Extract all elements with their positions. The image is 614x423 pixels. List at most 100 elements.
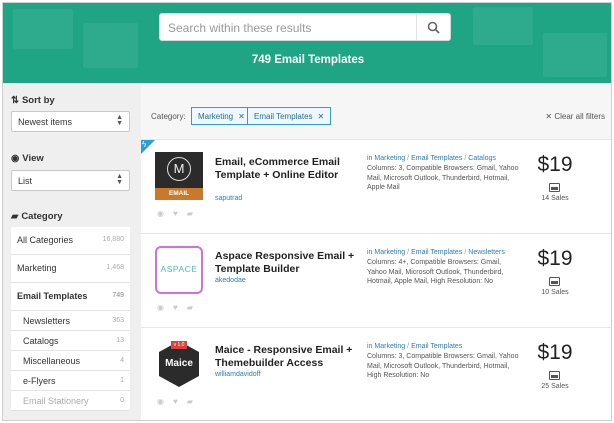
category-miscellaneous[interactable]: Miscellaneous 4 bbox=[11, 351, 130, 371]
item-sales: 25 Sales bbox=[541, 383, 569, 390]
category-label: Catalogs bbox=[23, 336, 59, 346]
view-select-value: List bbox=[18, 176, 33, 186]
view-heading-label: View bbox=[22, 153, 44, 164]
results-header: Search within these results 749 Email Te… bbox=[3, 3, 611, 83]
filter-chip-marketing[interactable]: Marketing ✕ bbox=[191, 107, 252, 125]
lightning-icon: ϟ bbox=[142, 140, 147, 149]
crumb-link[interactable]: Catalogs bbox=[468, 155, 496, 162]
crumb-link[interactable]: Marketing bbox=[374, 249, 405, 256]
folder-icon[interactable]: ▰ bbox=[187, 209, 193, 218]
category-heading-label: Category bbox=[21, 211, 63, 222]
category-count: 749 bbox=[112, 292, 124, 299]
heart-icon[interactable]: ♥ bbox=[173, 397, 178, 406]
view-select[interactable]: List ▲ ▼ bbox=[11, 170, 130, 191]
list-item[interactable]: ϟ M EMAIL ◉ ♥ ▰ Email, eCommerce Email Tem… bbox=[141, 139, 611, 227]
app-frame: Search within these results 749 Email Te… bbox=[2, 2, 612, 421]
eye-icon[interactable]: ◉ bbox=[157, 209, 164, 218]
item-attributes: Columns: 4+, Compatible Browsers: Gmail,… bbox=[367, 259, 504, 285]
heart-icon[interactable]: ♥ bbox=[173, 303, 178, 312]
sidebar: ⇅ Sort by Newest items ▲ ▼ ◉ View List ▲ ▼ ▰… bbox=[3, 83, 141, 420]
category-label: e-Flyers bbox=[23, 376, 56, 386]
logo-letter: M bbox=[167, 157, 191, 181]
sales-chart-icon bbox=[549, 277, 560, 286]
category-label: Marketing bbox=[17, 263, 57, 273]
category-email-stationery[interactable]: Email Stationery 0 bbox=[11, 391, 130, 411]
filter-label: Category: bbox=[151, 112, 186, 121]
sort-heading-label: Sort by bbox=[21, 95, 55, 106]
folder-icon[interactable]: ▰ bbox=[187, 397, 193, 406]
thumb-logo: ASPACE bbox=[160, 264, 198, 274]
category-newsletters[interactable]: Newsletters 363 bbox=[11, 311, 130, 331]
select-caret-icon: ▲ ▼ bbox=[116, 114, 123, 127]
sort-select-value: Newest items bbox=[18, 117, 73, 127]
category-label: All Categories bbox=[17, 235, 74, 245]
item-title[interactable]: Email, eCommerce Email Template + Online… bbox=[215, 156, 355, 181]
folder-icon: ▰ bbox=[11, 211, 19, 222]
item-thumbnail[interactable]: v 1.0 Maice bbox=[155, 340, 203, 388]
sales-chart-icon bbox=[549, 183, 560, 192]
category-count: 1,468 bbox=[106, 264, 124, 271]
select-caret-icon: ▲ ▼ bbox=[116, 173, 123, 186]
category-count: 4 bbox=[120, 357, 124, 364]
heart-icon[interactable]: ♥ bbox=[173, 209, 178, 218]
active-filters-bar: Category: Marketing ✕ Email Templates ✕ ✕ … bbox=[141, 83, 611, 139]
filter-chip-label: Marketing bbox=[198, 112, 234, 121]
item-title[interactable]: Aspace Responsive Email + Template Build… bbox=[215, 250, 355, 275]
view-heading: ◉ View bbox=[11, 153, 44, 164]
category-e-flyers[interactable]: e-Flyers 1 bbox=[11, 371, 130, 391]
category-marketing[interactable]: Marketing 1,468 bbox=[11, 255, 130, 283]
background-tile bbox=[13, 9, 73, 49]
sort-select[interactable]: Newest items ▲ ▼ bbox=[11, 111, 130, 132]
item-attributes: Columns: 3, Compatible Browsers: Gmail, … bbox=[367, 353, 519, 379]
category-count: 1 bbox=[120, 377, 124, 384]
search-placeholder: Search within these results bbox=[168, 21, 312, 35]
crumb-link[interactable]: Email Templates bbox=[411, 343, 462, 350]
item-author[interactable]: akedodae bbox=[215, 277, 246, 284]
crumb-link[interactable]: Email Templates bbox=[411, 155, 462, 162]
search-input[interactable]: Search within these results bbox=[159, 13, 451, 41]
crumb-link[interactable]: Marketing bbox=[374, 155, 405, 162]
category-catalogs[interactable]: Catalogs 13 bbox=[11, 331, 130, 351]
eye-icon[interactable]: ◉ bbox=[157, 303, 164, 312]
list-item[interactable]: v 1.0 Maice ◉ ♥ ▰ Maice - Responsive Email… bbox=[141, 327, 611, 420]
category-count: 13 bbox=[116, 337, 124, 344]
item-breadcrumb: in Marketing / Email Templates / Catalogs bbox=[367, 155, 496, 162]
item-actions: ◉ ♥ ▰ bbox=[157, 209, 193, 218]
folder-icon[interactable]: ▰ bbox=[187, 303, 193, 312]
remove-filter-icon[interactable]: ✕ bbox=[238, 112, 245, 121]
item-actions: ◉ ♥ ▰ bbox=[157, 303, 193, 312]
featured-ribbon: ϟ bbox=[141, 140, 155, 154]
category-email-templates[interactable]: Email Templates 749 bbox=[11, 283, 130, 311]
category-label: Miscellaneous bbox=[23, 356, 81, 366]
search-button[interactable] bbox=[416, 14, 450, 40]
filter-chip-label: Email Templates bbox=[254, 112, 313, 121]
clear-all-filters-link[interactable]: ✕ Clear all filters bbox=[545, 112, 605, 121]
item-price: $19 bbox=[537, 153, 573, 176]
item-sales: 14 Sales bbox=[541, 195, 569, 202]
item-price: $19 bbox=[537, 247, 573, 270]
clear-all-label: Clear all filters bbox=[554, 112, 605, 121]
item-author[interactable]: saputrad bbox=[215, 195, 242, 202]
remove-filter-icon[interactable]: ✕ bbox=[318, 112, 325, 121]
filter-chip-email-templates[interactable]: Email Templates ✕ bbox=[247, 107, 332, 125]
item-title[interactable]: Maice - Responsive Email + Themebuilder … bbox=[215, 344, 355, 369]
list-item[interactable]: ASPACE ◉ ♥ ▰ Aspace Responsive Email + Tem… bbox=[141, 233, 611, 321]
thumb-logo: Maice bbox=[165, 358, 193, 369]
item-thumbnail[interactable]: M EMAIL bbox=[155, 152, 203, 200]
close-icon: ✕ bbox=[545, 112, 555, 121]
eye-icon[interactable]: ◉ bbox=[157, 397, 164, 406]
category-count: 16,880 bbox=[102, 236, 124, 243]
sort-heading: ⇅ Sort by bbox=[11, 95, 55, 106]
category-all[interactable]: All Categories 16,880 bbox=[11, 227, 130, 255]
item-thumbnail[interactable]: ASPACE bbox=[155, 246, 203, 294]
crumb-link[interactable]: Newsletters bbox=[468, 249, 505, 256]
crumb-link[interactable]: Email Templates bbox=[411, 249, 462, 256]
crumb-link[interactable]: Marketing bbox=[374, 343, 405, 350]
category-count: 363 bbox=[112, 317, 124, 324]
item-author[interactable]: williamdavidoff bbox=[215, 371, 260, 378]
category-label: Email Templates bbox=[17, 291, 88, 301]
sort-icon: ⇅ bbox=[11, 95, 19, 106]
results-title: 749 Email Templates bbox=[251, 54, 365, 66]
thumb-badge: EMAIL bbox=[155, 188, 203, 200]
item-attributes: Columns: 3, Compatible Browsers: Gmail, … bbox=[367, 165, 519, 191]
